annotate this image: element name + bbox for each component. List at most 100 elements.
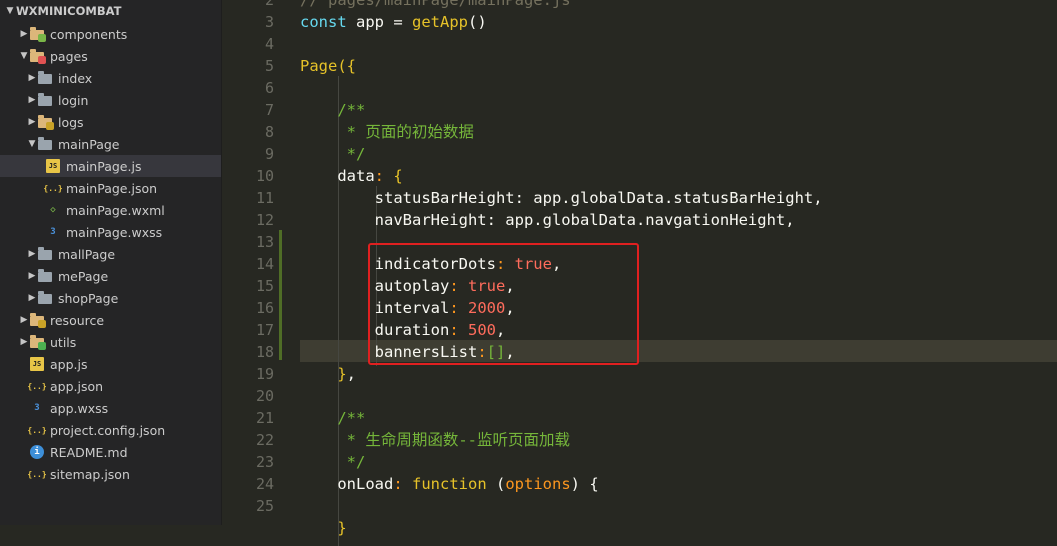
line-number: 5 bbox=[264, 57, 274, 75]
code-token: bannersList bbox=[300, 343, 478, 361]
line-number: 23 bbox=[255, 453, 274, 471]
chevron-right-icon[interactable]: ▶ bbox=[18, 23, 30, 45]
code-token: 2000 bbox=[467, 299, 506, 317]
line-number: 14 bbox=[255, 255, 274, 273]
chevron-right-icon[interactable]: ▶ bbox=[26, 287, 38, 309]
folder-item[interactable]: ▶ logs bbox=[0, 111, 221, 133]
folder-item[interactable]: ▶ shopPage bbox=[0, 287, 221, 309]
folder-icon bbox=[38, 115, 54, 130]
code-line: const app = getApp() bbox=[300, 11, 487, 33]
chevron-down-icon[interactable]: ▼ bbox=[26, 133, 38, 155]
folder-icon bbox=[30, 313, 46, 328]
chevron-right-icon[interactable]: ▶ bbox=[18, 309, 30, 331]
folder-item[interactable]: ▼ mainPage bbox=[0, 133, 221, 155]
code-token: true bbox=[514, 255, 552, 273]
tree-item-label: shopPage bbox=[58, 290, 119, 306]
code-line: */ bbox=[300, 451, 366, 473]
css-file-icon: 3 bbox=[34, 403, 40, 413]
code-token: : bbox=[495, 255, 515, 273]
code-line: // pages/mainPage/mainPage.js bbox=[300, 0, 571, 11]
folder-icon bbox=[30, 49, 46, 64]
folder-item[interactable]: ▶ index bbox=[0, 67, 221, 89]
chevron-right-icon[interactable]: ▶ bbox=[26, 243, 38, 265]
explorer-root-label: WXMINICOMBAT bbox=[16, 4, 122, 18]
code-editor[interactable]: // pages/mainPage/mainPage.js const app =… bbox=[286, 0, 1057, 546]
tree-item-label: app.js bbox=[50, 356, 88, 372]
line-number: 8 bbox=[264, 123, 274, 141]
line-number: 3 bbox=[264, 13, 274, 31]
code-token: } bbox=[300, 365, 347, 383]
code-token: } bbox=[300, 519, 347, 537]
folder-icon bbox=[38, 137, 52, 151]
line-number: 24 bbox=[255, 475, 274, 493]
code-line: onLoad: function (options) { bbox=[300, 473, 598, 495]
line-number: 20 bbox=[255, 387, 274, 405]
tree-item-label: mallPage bbox=[58, 246, 116, 262]
chevron-right-icon[interactable]: ▶ bbox=[26, 265, 38, 287]
chevron-down-icon[interactable]: ▼ bbox=[18, 45, 30, 67]
chevron-right-icon[interactable]: ▶ bbox=[18, 331, 30, 353]
code-token: options bbox=[505, 475, 571, 493]
line-number: 15 bbox=[255, 277, 274, 295]
code-token: , bbox=[505, 277, 515, 295]
code-line: /** bbox=[300, 407, 365, 429]
code-line: duration: 500, bbox=[300, 319, 506, 341]
folder-item[interactable]: ▶ resource bbox=[0, 309, 221, 331]
file-item[interactable]: {..} mainPage.json bbox=[0, 177, 221, 199]
line-number: 21 bbox=[255, 409, 274, 427]
chevron-right-icon[interactable]: ▶ bbox=[26, 67, 38, 89]
file-item[interactable]: JS app.js bbox=[0, 353, 221, 375]
code-line: }, bbox=[300, 363, 356, 385]
line-number: 13 bbox=[255, 233, 274, 251]
folder-item[interactable]: ▼ pages bbox=[0, 45, 221, 67]
code-token: function bbox=[412, 475, 487, 493]
tree-item-label: mainPage.wxss bbox=[66, 224, 163, 240]
code-token: : bbox=[449, 321, 468, 339]
explorer-root-header[interactable]: ▼ WXMINICOMBAT bbox=[0, 0, 221, 22]
folder-icon bbox=[30, 335, 46, 350]
code-line: bannersList:[], bbox=[300, 341, 515, 363]
file-item[interactable]: {..} sitemap.json bbox=[0, 463, 221, 485]
line-number: 11 bbox=[255, 189, 274, 207]
tree-item-label: sitemap.json bbox=[50, 466, 130, 482]
line-number: 19 bbox=[255, 365, 274, 383]
code-line: * 生命周期函数--监听页面加载 bbox=[300, 429, 570, 451]
tree-item-label: project.config.json bbox=[50, 422, 166, 438]
folder-item[interactable]: ▶ login bbox=[0, 89, 221, 111]
line-number: 9 bbox=[264, 145, 274, 163]
code-token: app = bbox=[346, 13, 412, 31]
file-item[interactable]: ◇ mainPage.wxml bbox=[0, 199, 221, 221]
code-token: , bbox=[505, 299, 515, 317]
file-item[interactable]: 3 app.wxss bbox=[0, 397, 221, 419]
tree-item-label: utils bbox=[50, 334, 77, 350]
code-line: */ bbox=[300, 143, 366, 165]
code-token: indicatorDots bbox=[300, 255, 496, 273]
code-token: autoplay bbox=[300, 277, 450, 295]
file-item[interactable]: {..} project.config.json bbox=[0, 419, 221, 441]
folder-item[interactable]: ▶ components bbox=[0, 23, 221, 45]
code-token: statusBarHeight: app.globalData.statusBa… bbox=[300, 189, 823, 207]
file-item[interactable]: i README.md bbox=[0, 441, 221, 463]
code-token: interval bbox=[300, 299, 450, 317]
json-file-icon: {..} bbox=[27, 469, 47, 479]
chevron-right-icon[interactable]: ▶ bbox=[26, 89, 38, 111]
code-token: 500 bbox=[467, 321, 496, 339]
folder-item[interactable]: ▶ mallPage bbox=[0, 243, 221, 265]
chevron-right-icon[interactable]: ▶ bbox=[26, 111, 38, 133]
folder-item[interactable]: ▶ mePage bbox=[0, 265, 221, 287]
file-item[interactable]: 3 mainPage.wxss bbox=[0, 221, 221, 243]
git-change-indicator bbox=[279, 230, 282, 360]
file-item[interactable]: JS mainPage.js bbox=[0, 155, 221, 177]
folder-icon bbox=[30, 27, 46, 42]
json-file-icon: {..} bbox=[27, 381, 47, 391]
chevron-down-icon[interactable]: ▼ bbox=[4, 0, 16, 22]
folder-item[interactable]: ▶ utils bbox=[0, 331, 221, 353]
line-number: 7 bbox=[264, 101, 274, 119]
file-item[interactable]: {..} app.json bbox=[0, 375, 221, 397]
